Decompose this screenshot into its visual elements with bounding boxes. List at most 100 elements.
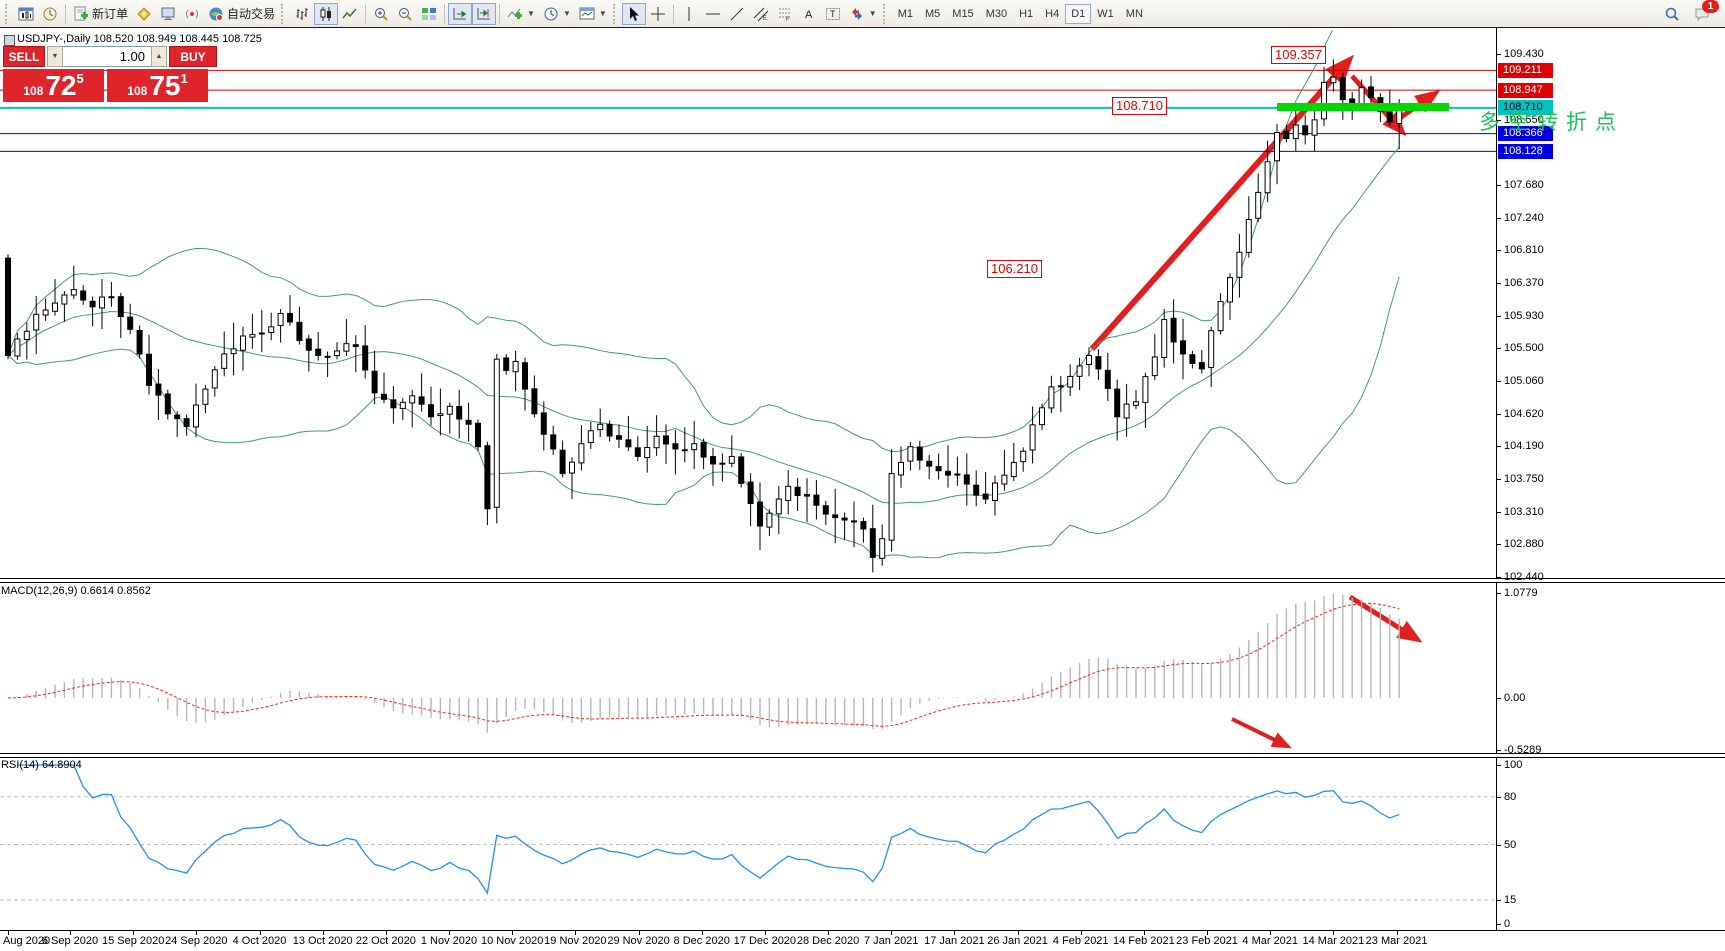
candle — [203, 385, 208, 413]
timeframe-m15-button[interactable]: M15 — [946, 4, 979, 24]
rsi-indicator-label: RSI(14) 64.8904 — [1, 759, 82, 771]
candlestick-chart-button[interactable] — [314, 3, 338, 25]
new-order-button[interactable]: 新订单 — [69, 3, 132, 25]
date-tick-mark — [639, 931, 640, 935]
price-annotation-label[interactable]: 106.210 — [987, 260, 1042, 278]
rsi-pane[interactable] — [0, 757, 1496, 930]
chart-shift-button[interactable] — [472, 3, 496, 25]
search-button[interactable] — [1660, 3, 1684, 25]
candle — [447, 403, 452, 434]
terminal-button[interactable] — [156, 3, 180, 25]
notifications-button[interactable]: 1 — [1690, 3, 1714, 25]
candle — [410, 390, 415, 427]
indicators-button[interactable]: ▼ — [503, 3, 539, 25]
date-tick-mark — [1397, 931, 1398, 935]
candle — [184, 415, 189, 436]
history-center-button[interactable] — [38, 3, 62, 25]
text-label-tool-button[interactable]: T — [821, 3, 845, 25]
date-tick-mark — [765, 931, 766, 935]
axis-tick-mark — [1496, 446, 1501, 447]
bar-chart-button[interactable] — [290, 3, 314, 25]
candle — [1162, 309, 1167, 368]
candle — [1171, 299, 1176, 363]
main-price-pane[interactable] — [0, 30, 1496, 578]
timeframe-h4-button[interactable]: H4 — [1039, 4, 1065, 24]
volume-decrease-button[interactable]: ▼ — [47, 46, 63, 67]
candle — [419, 373, 424, 411]
timeframe-d1-button[interactable]: D1 — [1065, 4, 1091, 24]
pivot-note-text[interactable]: 多空转折点 — [1479, 106, 1624, 136]
buy-button[interactable]: BUY — [169, 46, 217, 67]
volume-input[interactable]: 1.00 — [63, 46, 151, 67]
timeframe-mn-button[interactable]: MN — [1120, 4, 1149, 24]
timeframe-h1-button[interactable]: H1 — [1013, 4, 1039, 24]
pane-separator[interactable] — [0, 753, 1725, 758]
periods-button[interactable]: ▼ — [539, 3, 575, 25]
date-label: 6 Sep 2020 — [42, 935, 98, 947]
volume-increase-button[interactable]: ▲ — [151, 46, 167, 67]
channel-tool-button[interactable]: E — [749, 3, 773, 25]
line-chart-button[interactable] — [338, 3, 362, 25]
candle — [34, 296, 39, 354]
styler-button[interactable] — [132, 3, 156, 25]
signals-button[interactable] — [180, 3, 204, 25]
buy-price-display[interactable]: 108 75 1 — [107, 69, 208, 102]
candle — [6, 254, 11, 359]
candle — [964, 453, 969, 505]
timeframe-w1-button[interactable]: W1 — [1091, 4, 1120, 24]
text-label-icon: T — [825, 6, 841, 22]
candle — [588, 422, 593, 449]
timeframe-m5-button[interactable]: M5 — [919, 4, 946, 24]
date-label: 15 Sep 2020 — [102, 935, 164, 947]
new-chart-button[interactable] — [14, 3, 38, 25]
vertical-line-icon — [681, 6, 697, 22]
horizontal-line-tool-button[interactable] — [701, 3, 725, 25]
axis-tick-mark — [1496, 698, 1501, 699]
auto-scroll-button[interactable] — [448, 3, 472, 25]
text-tool-button[interactable]: A — [797, 3, 821, 25]
axis-tick-mark — [1496, 250, 1501, 251]
candle — [842, 513, 847, 540]
cursor-icon — [626, 6, 642, 22]
templates-button[interactable]: ▼ — [575, 3, 611, 25]
support-zone-bar[interactable] — [1277, 103, 1449, 111]
chart-shift-icon — [476, 6, 492, 22]
candle — [1040, 404, 1045, 431]
rsi-axis-label: 50 — [1504, 839, 1516, 851]
timeframe-m30-button[interactable]: M30 — [980, 4, 1013, 24]
arrows-tool-button[interactable]: ▼ — [845, 3, 881, 25]
macd-axis-label: 0.00 — [1504, 692, 1525, 704]
buy-price-prefix: 108 — [127, 84, 147, 98]
trendline-tool-button[interactable] — [725, 3, 749, 25]
vertical-line-tool-button[interactable] — [677, 3, 701, 25]
toolbar-separator — [499, 4, 500, 24]
toolbar-grip[interactable] — [613, 4, 618, 24]
tile-windows-button[interactable] — [417, 3, 441, 25]
price-annotation-label[interactable]: 108.710 — [1112, 97, 1167, 115]
candle — [457, 390, 462, 439]
periods-clock-icon — [543, 6, 559, 22]
candle — [156, 369, 161, 420]
sell-price-display[interactable]: 108 72 5 — [3, 69, 104, 102]
crosshair-tool-button[interactable] — [646, 3, 670, 25]
timeframe-m1-button[interactable]: M1 — [892, 4, 919, 24]
macd-pane[interactable] — [0, 582, 1496, 753]
sell-button[interactable]: SELL — [3, 46, 45, 67]
zoom-out-button[interactable] — [393, 3, 417, 25]
price-level-badge: 109.211 — [1498, 63, 1553, 78]
candle — [1105, 353, 1110, 401]
autotrading-label: 自动交易 — [227, 5, 275, 22]
candle — [1265, 141, 1270, 202]
toolbar-grip[interactable] — [883, 4, 888, 24]
pane-separator[interactable] — [0, 578, 1725, 583]
autotrading-button[interactable]: 自动交易 — [204, 3, 279, 25]
toolbar-grip[interactable] — [281, 4, 286, 24]
candle — [917, 441, 922, 470]
zoom-in-button[interactable] — [369, 3, 393, 25]
price-annotation-label[interactable]: 109.357 — [1271, 46, 1326, 64]
candle — [241, 327, 246, 371]
toolbar-grip[interactable] — [5, 4, 10, 24]
fibonacci-tool-button[interactable]: F — [773, 3, 797, 25]
date-tick-mark — [1270, 931, 1271, 935]
cursor-tool-button[interactable] — [622, 3, 646, 25]
